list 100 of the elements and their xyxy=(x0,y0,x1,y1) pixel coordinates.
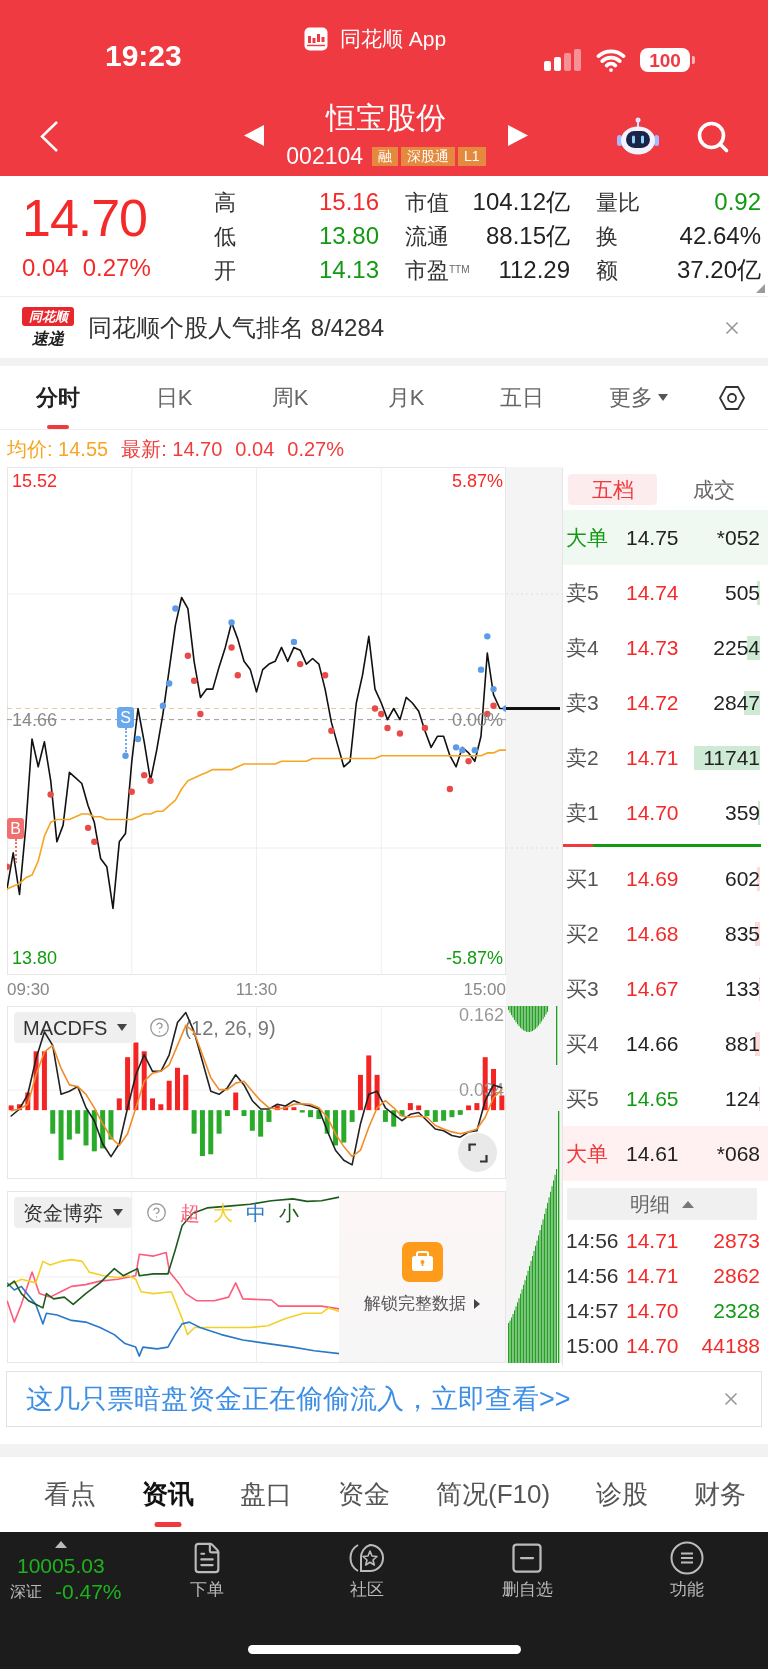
order-label: 卖5 xyxy=(566,579,600,606)
order-price: 14.61 xyxy=(626,1140,680,1167)
index-change: -0.47% xyxy=(55,1580,122,1604)
stat-value: 14.13 xyxy=(318,255,379,285)
order-label: 买2 xyxy=(566,920,600,947)
price-change: 0.04 xyxy=(235,436,275,462)
order-label: 大单 xyxy=(566,1140,609,1167)
index-value: 10005.03 xyxy=(17,1554,106,1578)
order-volume: 124 xyxy=(724,1085,760,1112)
order-price: 14.65 xyxy=(626,1085,680,1112)
order-price: 14.73 xyxy=(626,634,680,661)
order-volume: 359 xyxy=(724,799,760,826)
trade-price: 14.70 xyxy=(626,1297,680,1324)
clock-time: 19:23 xyxy=(105,39,182,72)
stat-value: 13.80 xyxy=(318,221,379,251)
order-label: 大单 xyxy=(566,524,609,551)
order-volume: 881 xyxy=(724,1030,760,1057)
stat-label: 开 xyxy=(214,256,236,285)
trade-price: 14.71 xyxy=(626,1227,680,1254)
stat-value: 0.92 xyxy=(714,187,761,217)
trade-volume: 44188 xyxy=(700,1332,761,1359)
last-price: 14.70 xyxy=(22,192,148,244)
trade-marker: S xyxy=(117,707,134,729)
order-volume: 133 xyxy=(724,975,760,1002)
trade-time: 15:00 xyxy=(566,1332,620,1359)
trade-marker: B xyxy=(7,818,24,840)
stock-tag: 融 xyxy=(372,146,399,166)
axis-label: 14.66 xyxy=(12,709,58,730)
order-volume: 835 xyxy=(724,920,760,947)
order-price: 14.74 xyxy=(626,579,680,606)
change-percent: 0.27% xyxy=(82,254,151,282)
order-price: 14.70 xyxy=(626,799,680,826)
stock-name: 恒宝股份 xyxy=(326,101,446,135)
order-volume: *052 xyxy=(715,524,761,551)
stat-value: 112.29 xyxy=(498,255,570,285)
index-name: 深证 xyxy=(10,1582,42,1602)
app-title: 同花顺 App xyxy=(340,26,447,52)
stock-tag: 深股通 xyxy=(401,146,456,166)
change-percent: 0.27% xyxy=(287,436,344,462)
trade-volume: 2862 xyxy=(712,1262,761,1289)
trade-time: 14:56 xyxy=(566,1262,620,1289)
order-volume: *068 xyxy=(715,1140,761,1167)
order-volume: 2254 xyxy=(713,634,760,661)
stock-code: 002104 xyxy=(286,146,364,166)
stat-label: 额 xyxy=(596,256,618,285)
time-label: 09:30 xyxy=(7,978,50,1001)
stat-label: 低 xyxy=(214,222,236,251)
stat-label: 市盈$^{TTM}$ xyxy=(405,256,470,285)
stat-value: 88.15亿 xyxy=(485,221,570,251)
trade-time: 14:57 xyxy=(566,1297,620,1324)
order-label: 卖3 xyxy=(566,689,600,716)
order-label: 卖1 xyxy=(566,799,600,826)
order-price: 14.72 xyxy=(626,689,680,716)
axis-label: 5.87% xyxy=(451,470,503,491)
order-price: 14.69 xyxy=(626,865,680,892)
stat-label: 市值 xyxy=(405,188,449,217)
price-change: 0.04 xyxy=(22,254,69,282)
legend-label: 大 xyxy=(213,1200,233,1226)
order-volume: 2847 xyxy=(713,689,760,716)
axis-label: 15.52 xyxy=(12,470,58,491)
trade-volume: 2328 xyxy=(712,1297,761,1324)
logo-badge: 同花顺 xyxy=(22,307,74,326)
legend-label: 小 xyxy=(279,1200,299,1226)
axis-label: 13.80 xyxy=(12,948,58,969)
order-label: 卖2 xyxy=(566,744,600,771)
order-label: 买5 xyxy=(566,1085,600,1112)
order-volume: 602 xyxy=(724,865,760,892)
stock-tag: L1 xyxy=(458,146,486,166)
stat-label: 量比 xyxy=(596,188,640,217)
stat-value: 42.64% xyxy=(679,221,761,251)
order-price: 14.75 xyxy=(626,524,680,551)
time-label: 15:00 xyxy=(463,978,506,1001)
legend-label: 中 xyxy=(246,1200,266,1226)
trade-volume: 2873 xyxy=(712,1227,761,1254)
order-volume: 505 xyxy=(724,579,760,606)
stat-label: 换 xyxy=(596,222,618,251)
order-price: 14.71 xyxy=(626,744,680,771)
order-label: 买1 xyxy=(566,865,600,892)
order-label: 卖4 xyxy=(566,634,600,661)
order-label: 买4 xyxy=(566,1030,600,1057)
time-label: 11:30 xyxy=(235,978,278,1001)
axis-label: -5.87% xyxy=(445,948,503,969)
order-price: 14.66 xyxy=(626,1030,680,1057)
trade-time: 14:56 xyxy=(566,1227,620,1254)
order-label: 买3 xyxy=(566,975,600,1002)
stat-value: 104.12亿 xyxy=(472,187,570,217)
stat-value: 37.20亿 xyxy=(676,255,761,285)
average-price: 均价: 14.55 xyxy=(7,436,109,462)
notice-text: 同花顺个股人气排名 8/4284 xyxy=(88,312,385,343)
stat-value: 15.16 xyxy=(318,187,379,217)
axis-label: 0.162 xyxy=(458,1006,504,1024)
battery-indicator: 100 xyxy=(640,48,695,72)
order-price: 14.68 xyxy=(626,920,680,947)
trade-price: 14.71 xyxy=(626,1262,680,1289)
order-volume: 11741 xyxy=(703,744,760,771)
logo-text: 速递 xyxy=(32,330,64,348)
trade-price: 14.70 xyxy=(626,1332,680,1359)
stat-label: 高 xyxy=(214,188,236,217)
latest-price: 最新: 14.70 xyxy=(121,436,223,462)
order-price: 14.67 xyxy=(626,975,680,1002)
